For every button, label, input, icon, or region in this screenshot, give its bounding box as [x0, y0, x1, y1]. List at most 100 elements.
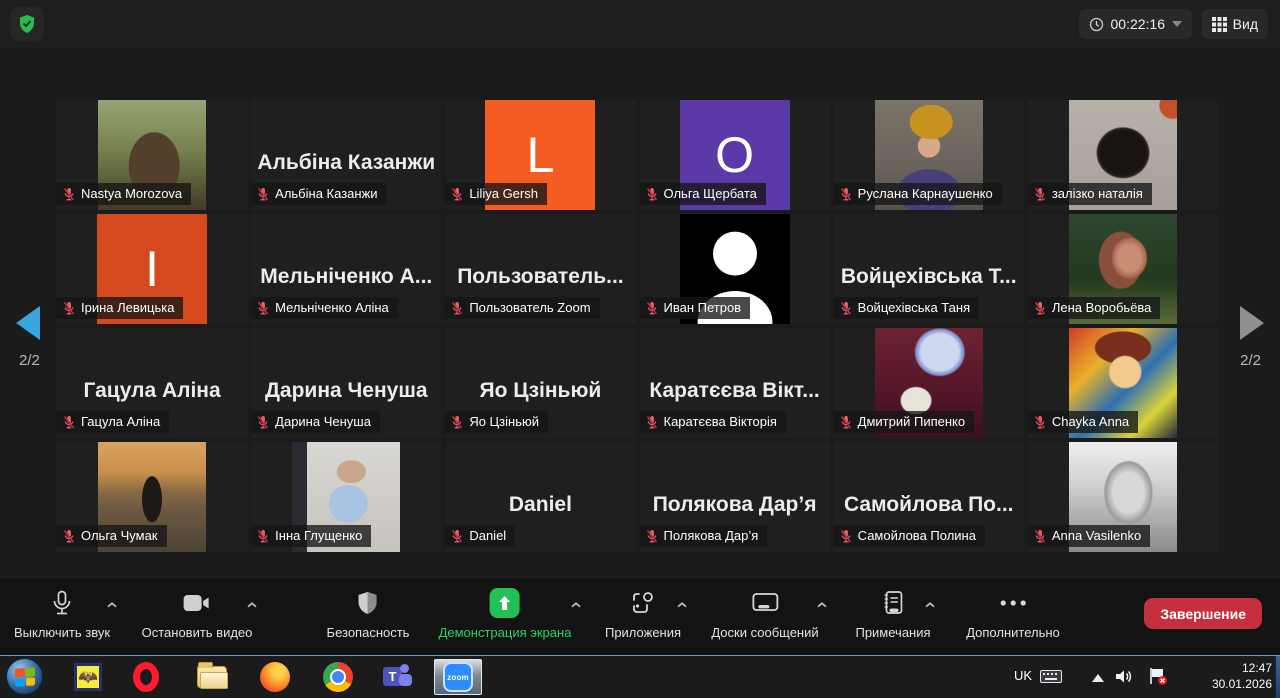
notes-options-caret[interactable]	[924, 596, 936, 614]
participant-tile[interactable]: Каратєєва Вікт... Каратєєва Вікторія	[640, 328, 830, 438]
participant-name-label: Daniel	[445, 525, 515, 547]
show-desktop-button[interactable]	[1275, 656, 1280, 698]
taskbar-app-zoom-active[interactable]: zoom	[434, 659, 482, 695]
participant-name-label: Дарина Ченуша	[251, 411, 380, 433]
language-indicator[interactable]: UK	[1014, 668, 1032, 683]
participant-name: Руслана Карнаушенко	[858, 186, 993, 201]
participant-name: Каратєєва Вікторія	[664, 414, 777, 429]
apps-options-caret[interactable]	[676, 596, 688, 614]
participant-tile[interactable]: Самойлова По... Самойлова Полина	[834, 442, 1024, 552]
the-bat-icon: 🦇	[74, 663, 102, 691]
participant-tile[interactable]: Гацула Аліна Гацула Аліна	[57, 328, 247, 438]
previous-page-arrow[interactable]	[16, 306, 40, 340]
more-label: Дополнительно	[966, 625, 1060, 640]
participant-name: Лена Воробьёва	[1052, 300, 1152, 315]
meeting-info-shield-button[interactable]	[10, 7, 44, 41]
participant-name-label: Альбіна Казанжи	[251, 183, 386, 205]
security-shield-icon	[17, 14, 37, 34]
participant-tile[interactable]: O Ольга Щербата	[640, 100, 830, 210]
participant-tile[interactable]: Nastya Morozova	[57, 100, 247, 210]
mic-muted-icon	[256, 415, 270, 429]
taskbar-app-explorer[interactable]	[192, 659, 232, 695]
participant-name-label: Руслана Карнаушенко	[834, 183, 1002, 205]
share-screen-button[interactable]: Демонстрация экрана	[439, 588, 572, 640]
taskbar-app-opera[interactable]	[126, 659, 166, 695]
clock-time: 12:47	[1212, 660, 1272, 676]
whiteboards-options-caret[interactable]	[816, 596, 828, 614]
participant-tile[interactable]: Пользователь... Пользователь Zoom	[445, 214, 635, 324]
notes-icon	[882, 590, 904, 616]
whiteboard-icon	[751, 592, 779, 614]
next-page-arrow[interactable]	[1240, 306, 1264, 340]
participant-name-label: Пользователь Zoom	[445, 297, 599, 319]
more-button[interactable]: Дополнительно	[966, 588, 1060, 640]
participant-tile[interactable]: L Liliya Gersh	[445, 100, 635, 210]
participant-tile[interactable]: Anna Vasilenko	[1028, 442, 1218, 552]
participant-tile[interactable]: Иван Петров	[640, 214, 830, 324]
keyboard-layout-icon[interactable]	[1040, 670, 1062, 683]
participant-tile[interactable]: І Ірина Левицька	[57, 214, 247, 324]
mic-muted-icon	[450, 187, 464, 201]
participant-name: Ольга Щербата	[664, 186, 757, 201]
participant-name: Альбіна Казанжи	[275, 186, 377, 201]
gallery-grid-icon	[1212, 17, 1227, 32]
mute-button[interactable]: Выключить звук	[14, 588, 110, 640]
participant-tile[interactable]: Руслана Карнаушенко	[834, 100, 1024, 210]
action-center-flag-icon[interactable]	[1148, 667, 1168, 691]
participant-tile[interactable]: Яо Цзіньюй Яо Цзіньюй	[445, 328, 635, 438]
participant-tile[interactable]: Chayka Anna	[1028, 328, 1218, 438]
view-button[interactable]: Вид	[1202, 9, 1268, 39]
taskbar-app-the-bat[interactable]: 🦇	[68, 659, 108, 695]
mute-options-caret[interactable]	[106, 596, 118, 614]
taskbar-app-firefox[interactable]	[255, 659, 295, 695]
participant-tile[interactable]: Мельніченко А... Мельніченко Аліна	[251, 214, 441, 324]
taskbar-app-chrome[interactable]	[318, 659, 358, 695]
mic-muted-icon	[450, 529, 464, 543]
mic-muted-icon	[256, 301, 270, 315]
participant-name: Chayka Anna	[1052, 414, 1129, 429]
participant-tile[interactable]: Полякова Дар’я Полякова Дар’я	[640, 442, 830, 552]
meeting-timer[interactable]: 00:22:16	[1079, 9, 1193, 39]
whiteboards-button[interactable]: Доски сообщений	[711, 588, 818, 640]
participant-tile[interactable]: Daniel Daniel	[445, 442, 635, 552]
participant-tile[interactable]: Лена Воробьёва	[1028, 214, 1218, 324]
video-camera-icon	[183, 593, 211, 613]
participant-tile[interactable]: Ольга Чумак	[57, 442, 247, 552]
mic-muted-icon	[645, 415, 659, 429]
end-meeting-button[interactable]: Завершение	[1144, 598, 1262, 629]
mic-muted-icon	[645, 187, 659, 201]
whiteboards-label: Доски сообщений	[711, 625, 818, 640]
show-hidden-icons-arrow[interactable]	[1092, 674, 1104, 682]
participant-name-label: Liliya Gersh	[445, 183, 547, 205]
video-options-caret[interactable]	[246, 596, 258, 614]
participant-name-label: Яо Цзіньюй	[445, 411, 548, 433]
participant-tile[interactable]: Дарина Ченуша Дарина Ченуша	[251, 328, 441, 438]
mic-muted-icon	[1033, 529, 1047, 543]
opera-icon	[133, 662, 159, 692]
participant-name-label: Ольга Чумак	[57, 525, 167, 547]
participant-tile[interactable]: Альбіна Казанжи Альбіна Казанжи	[251, 100, 441, 210]
volume-icon[interactable]	[1115, 668, 1134, 690]
stop-video-button[interactable]: Остановить видео	[142, 588, 253, 640]
participant-name: Liliya Gersh	[469, 186, 538, 201]
taskbar-app-teams[interactable]: T	[378, 659, 418, 695]
timer-caret-icon[interactable]	[1172, 21, 1182, 27]
security-button[interactable]: Безопасность	[327, 588, 410, 640]
participant-name: Мельніченко Аліна	[275, 300, 389, 315]
apps-button[interactable]: Приложения	[605, 588, 681, 640]
start-button[interactable]	[6, 658, 43, 695]
participant-name-label: Полякова Дар’я	[640, 525, 768, 547]
share-options-caret[interactable]	[570, 596, 582, 614]
taskbar-clock[interactable]: 12:47 30.01.2026	[1212, 660, 1272, 692]
participant-tile[interactable]: залізко наталія	[1028, 100, 1218, 210]
mute-label: Выключить звук	[14, 625, 110, 640]
participant-name-label: Каратєєва Вікторія	[640, 411, 786, 433]
participant-name: Ірина Левицька	[81, 300, 174, 315]
view-label: Вид	[1233, 16, 1258, 32]
file-explorer-icon	[197, 666, 227, 688]
participant-tile[interactable]: Інна Глущенко	[251, 442, 441, 552]
notes-button[interactable]: Примечания	[855, 588, 930, 640]
notes-label: Примечания	[855, 625, 930, 640]
participant-tile[interactable]: Войцехівська Т... Войцехівська Таня	[834, 214, 1024, 324]
participant-tile[interactable]: Дмитрий Пипенко	[834, 328, 1024, 438]
